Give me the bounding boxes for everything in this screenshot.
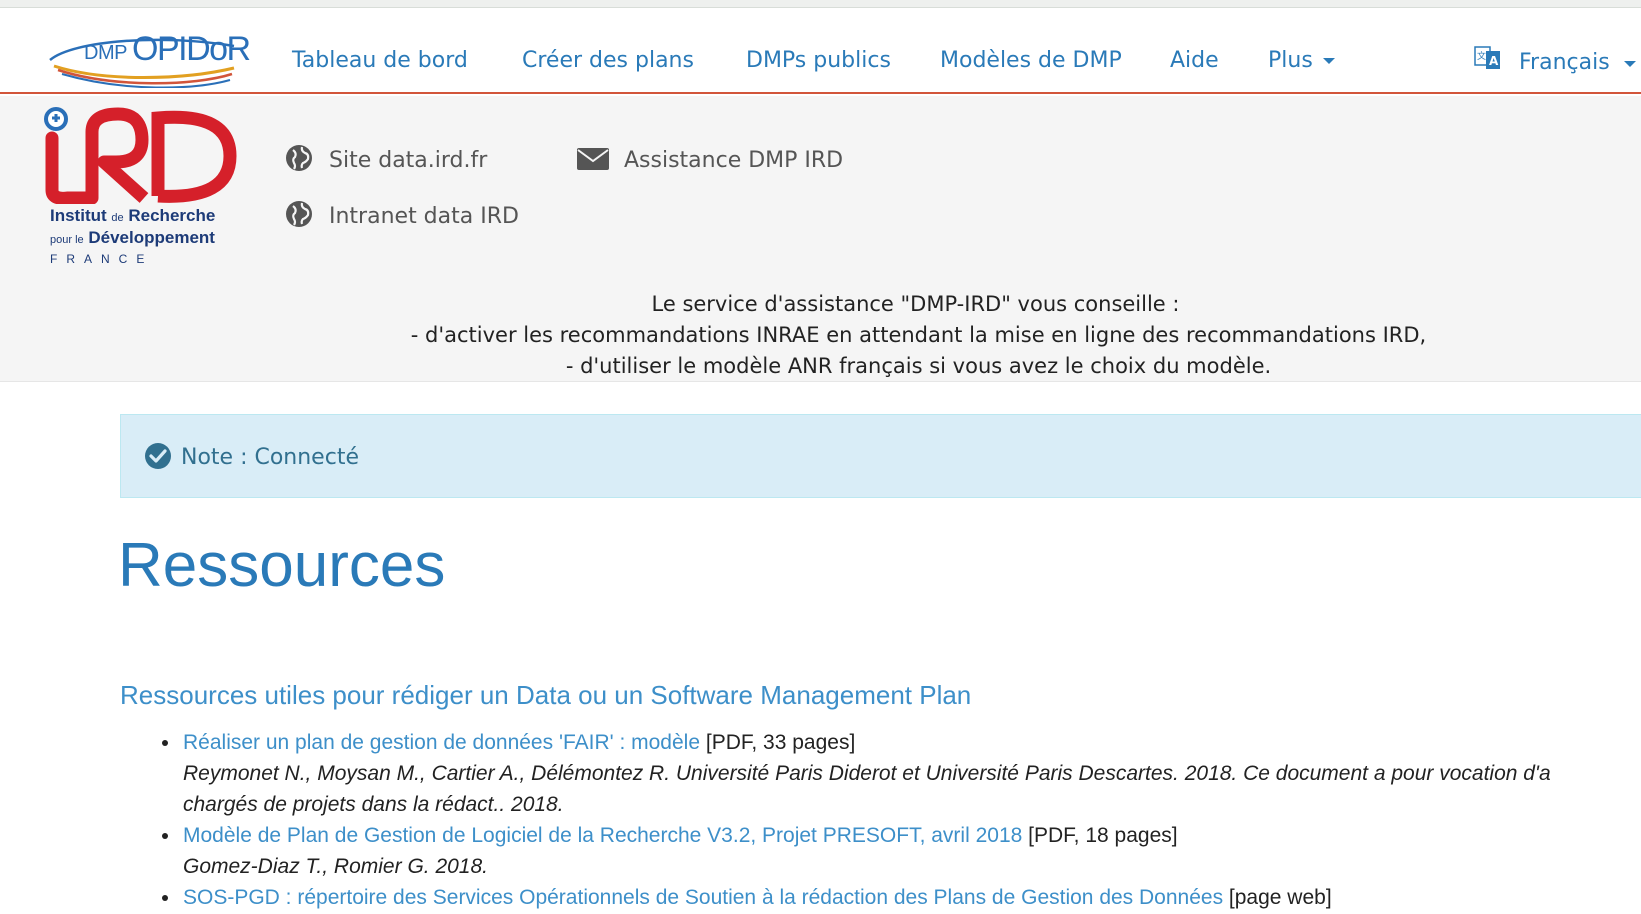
top-navbar: DMP OPIDoR Tableau de bord Créer des pla…: [0, 8, 1641, 94]
nav-modeles-de-dmp[interactable]: Modèles de DMP: [940, 48, 1122, 73]
link-assistance-dmp-ird-label: Assistance DMP IRD: [624, 148, 844, 173]
resource-meta: [PDF, 33 pages]: [705, 731, 856, 754]
window-top-strip: [0, 0, 1641, 8]
resource-meta: [PDF, 18 pages]: [1028, 824, 1178, 847]
nav-plus-dropdown[interactable]: Plus: [1268, 48, 1335, 73]
ird-logo-mark-icon: [44, 107, 237, 205]
envelope-icon: [577, 148, 609, 170]
ird-logo-line1: Institut de Recherche: [50, 206, 216, 225]
list-item: SOS-PGD : répertoire des Services Opérat…: [160, 882, 1641, 913]
resource-description: Reymonet N., Moysan M., Cartier A., Délé…: [183, 762, 1551, 785]
ird-logo[interactable]: Institut de Recherche pour le Développem…: [40, 104, 240, 266]
resource-description-cont: chargés de projets dans la rédact.. 2018…: [183, 793, 564, 816]
ird-logo-country: FRANCE: [50, 252, 154, 266]
ird-logo-line2: pour le Développement: [50, 228, 215, 247]
list-item: Modèle de Plan de Gestion de Logiciel de…: [160, 820, 1641, 882]
resource-list: Réaliser un plan de gestion de données '…: [160, 727, 1641, 913]
list-item: Réaliser un plan de gestion de données '…: [160, 727, 1641, 820]
resource-link-presoft[interactable]: Modèle de Plan de Gestion de Logiciel de…: [183, 824, 1022, 847]
nav-creer-des-plans[interactable]: Créer des plans: [522, 48, 694, 73]
chevron-down-icon: [1322, 58, 1335, 64]
assistance-advice: Le service d'assistance "DMP-IRD" vous c…: [0, 286, 1641, 382]
check-circle-icon: [145, 443, 171, 469]
svg-text:文: 文: [1477, 50, 1486, 62]
advice-line-1: Le service d'assistance "DMP-IRD" vous c…: [651, 292, 1180, 316]
svg-text:A: A: [1489, 54, 1499, 68]
chevron-down-icon: [1624, 61, 1636, 67]
resource-meta: [page web]: [1228, 886, 1332, 909]
globe-icon: [286, 201, 312, 227]
resource-description: Gomez-Diaz T., Romier G. 2018.: [183, 855, 488, 878]
nav-aide[interactable]: Aide: [1170, 48, 1219, 73]
globe-icon: [286, 145, 312, 171]
resource-link-sos-pgd[interactable]: SOS-PGD : répertoire des Services Opérat…: [183, 886, 1223, 909]
language-label: Français: [1519, 50, 1610, 75]
login-notice: Note : Connecté: [120, 414, 1641, 498]
logo-prefix: DMP: [84, 42, 127, 64]
link-site-data-ird-label: Site data.ird.fr: [329, 148, 488, 173]
nav-tableau-de-bord[interactable]: Tableau de bord: [292, 48, 468, 73]
translate-icon: A 文: [1474, 46, 1500, 69]
advice-line-2: - d'activer les recommandations INRAE en…: [410, 323, 1427, 347]
notice-text: Note : Connecté: [181, 445, 359, 470]
logo-name: OPIDoR: [132, 30, 251, 68]
resource-link-fair-model[interactable]: Réaliser un plan de gestion de données '…: [183, 731, 700, 754]
link-intranet-data-ird-label: Intranet data IRD: [329, 204, 519, 229]
dmp-opidor-logo[interactable]: DMP OPIDoR: [44, 22, 251, 88]
nav-plus-label: Plus: [1268, 48, 1313, 73]
section-title: Ressources utiles pour rédiger un Data o…: [120, 680, 972, 710]
advice-line-3: - d'utiliser le modèle ANR français si v…: [565, 354, 1272, 378]
page-title: Ressources: [118, 531, 446, 600]
nav-dmps-publics[interactable]: DMPs publics: [746, 48, 891, 73]
